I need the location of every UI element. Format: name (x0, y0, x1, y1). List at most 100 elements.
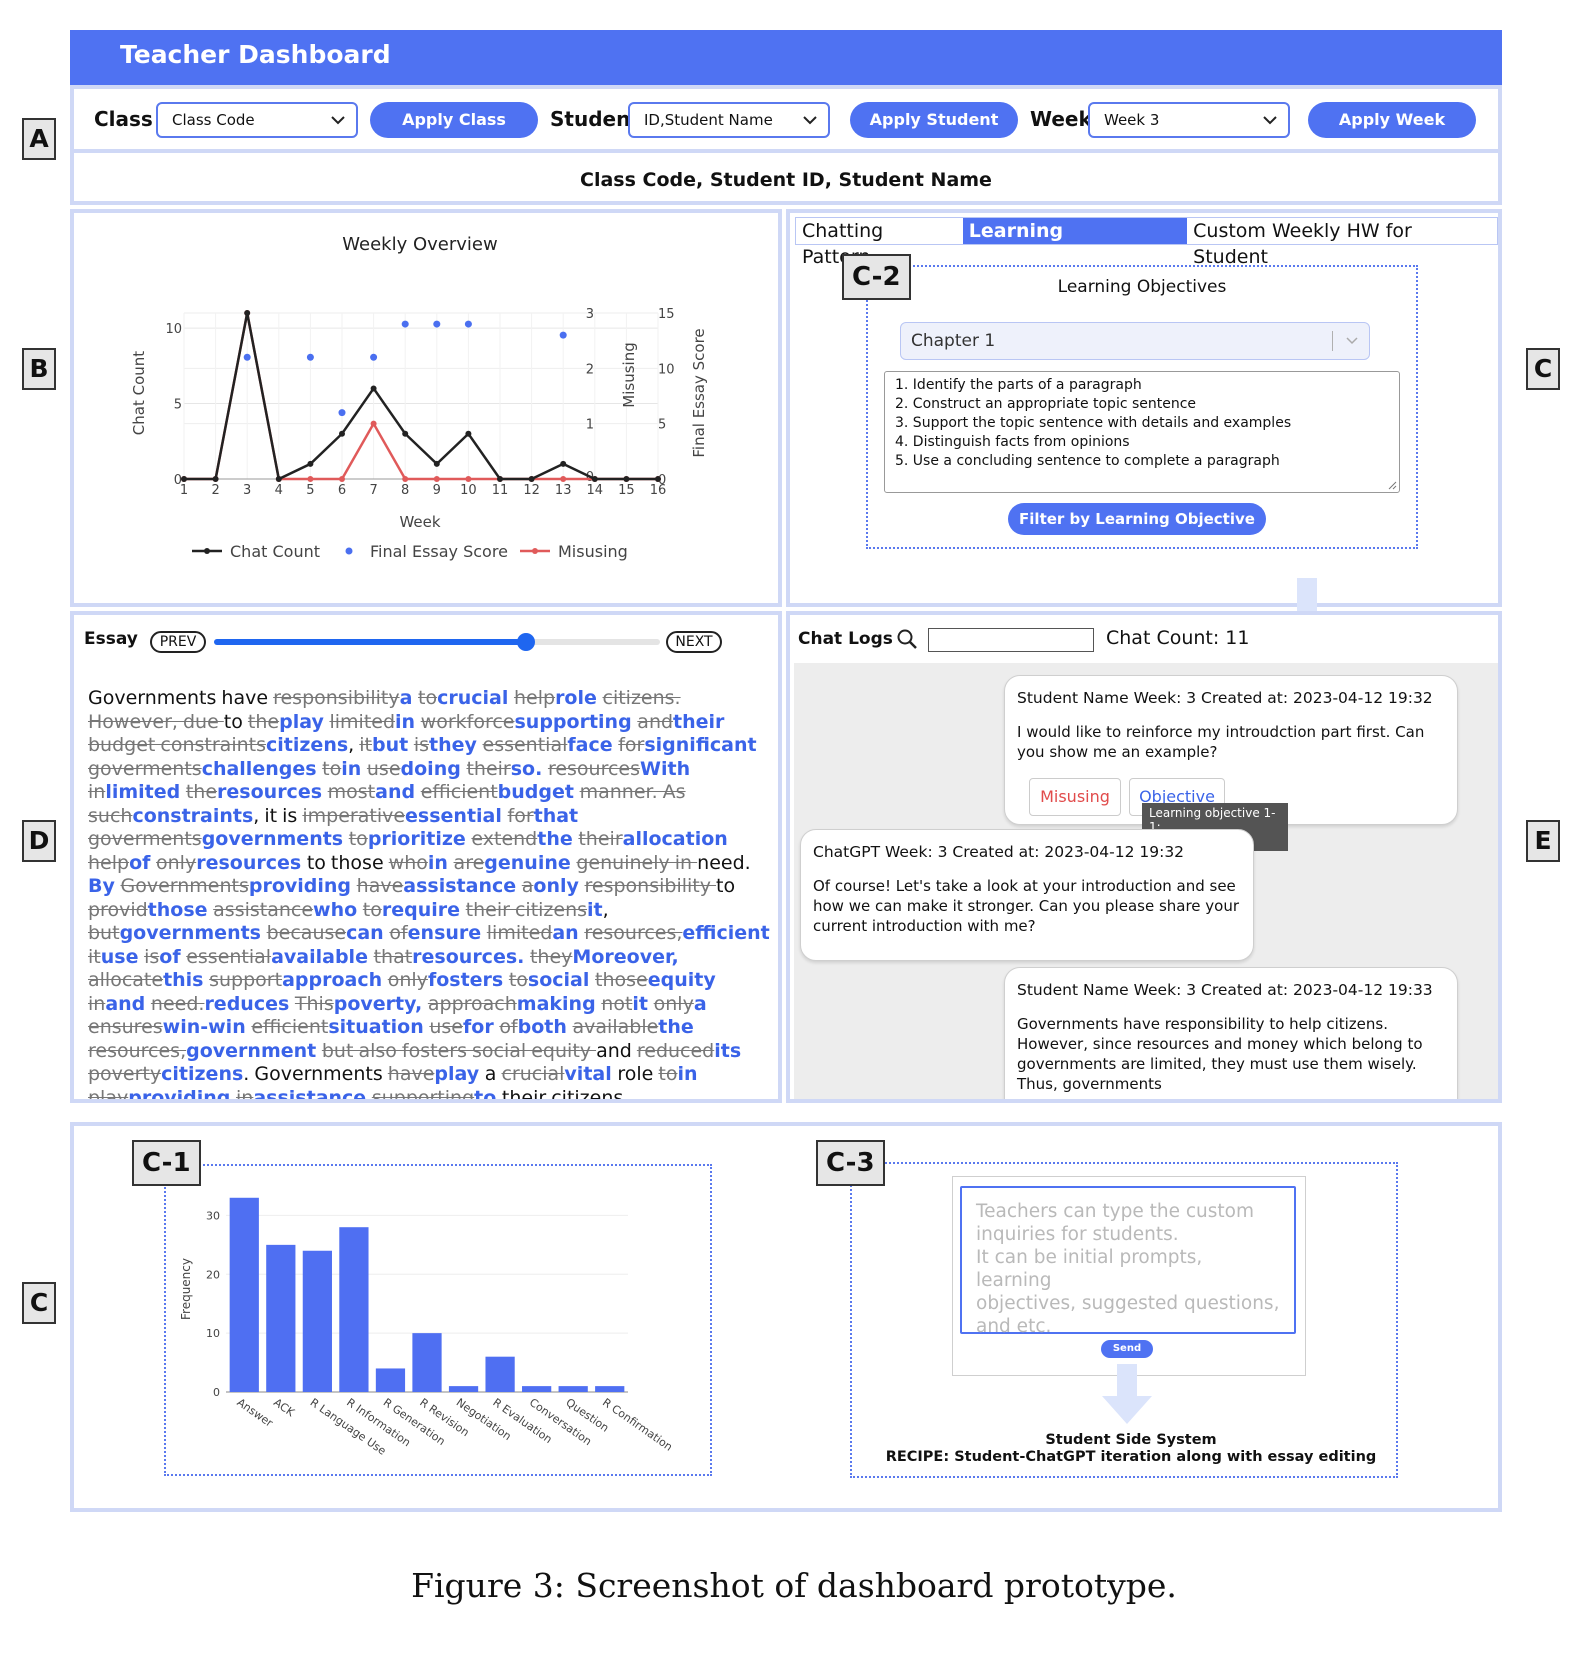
deleted-text: goverments (88, 828, 202, 850)
x-tick-label: 13 (555, 483, 572, 498)
chevron-down-icon (1346, 337, 1358, 345)
x-tick-label: 7 (369, 483, 377, 498)
deleted-text: only (653, 992, 694, 1015)
deleted-text: use (429, 1016, 463, 1038)
chat-count-point (528, 476, 535, 482)
class-select[interactable]: Class Code (156, 102, 358, 138)
essay-slider[interactable] (214, 633, 660, 651)
y2-axis-label: Misusing (620, 342, 638, 407)
dashboard-title: Teacher Dashboard (120, 40, 391, 69)
inserted-text: of (129, 851, 157, 874)
objectives-textarea[interactable]: 1. Identify the parts of a paragraph 2. … (884, 371, 1400, 493)
custom-inquiry-textarea[interactable]: Teachers can type the custom inquiries f… (960, 1186, 1296, 1337)
deleted-text: have (387, 1063, 435, 1085)
inserted-text: approach (282, 969, 388, 991)
inserted-text: only (533, 875, 585, 897)
placeholder-line: Teachers can type the custom (976, 1201, 1254, 1222)
message-text: Of course! Let's take a look at your int… (813, 877, 1240, 935)
misusing-tag-button[interactable]: Misusing (1029, 778, 1121, 816)
tab-custom-weekly-hw[interactable]: Custom Weekly HW for Student (1187, 218, 1497, 268)
deleted-text: are (453, 851, 485, 874)
x-tick-label: 10 (460, 483, 477, 498)
chat-message-list[interactable]: Student Name Week: 3 Created at: 2023-04… (794, 663, 1498, 1099)
apply-class-button[interactable]: Apply Class (370, 102, 538, 138)
slider-knob[interactable] (517, 633, 536, 651)
deleted-text: imperative (302, 804, 406, 827)
chat-count-line (184, 312, 658, 481)
deleted-text: resources, (584, 922, 683, 944)
essay-text-segment: need. (697, 851, 751, 874)
search-icon[interactable] (896, 628, 918, 650)
deleted-text: resources, (88, 1039, 187, 1062)
x-tick-label: 4 (275, 483, 283, 498)
chat-count-point (244, 310, 251, 316)
y3-tick-label: 15 (658, 307, 675, 322)
prev-button[interactable]: PREV (150, 631, 206, 653)
deleted-text: in (88, 781, 106, 803)
inserted-text: its (714, 1039, 742, 1062)
deleted-text: help (513, 687, 556, 709)
frequency-bar (266, 1244, 296, 1392)
inserted-text: citizens (161, 1063, 244, 1085)
section-tag-c: C (1526, 348, 1560, 390)
deleted-text: only (156, 851, 197, 874)
essay-text-segment: Governments have (88, 687, 274, 709)
objective-item: 2. Construct an appropriate topic senten… (895, 396, 1197, 412)
select-divider (1332, 331, 1333, 351)
essay-label: Essay (84, 629, 138, 649)
legend-score-marker (345, 547, 353, 555)
chapter-select[interactable]: Chapter 1 (900, 322, 1370, 360)
x-tick-label: Answer (235, 1396, 276, 1430)
chat-count-point (433, 460, 440, 467)
y-axis-label: Frequency (179, 1258, 193, 1320)
x-tick-label: 15 (618, 483, 635, 498)
y3-tick-label: 10 (658, 362, 675, 377)
inserted-text: citizens (266, 734, 349, 756)
inserted-text: limited (105, 781, 186, 803)
deleted-text: the (247, 710, 280, 733)
inserted-text: crucial (437, 687, 514, 709)
misusing-point (370, 420, 377, 427)
apply-student-button[interactable]: Apply Student (850, 102, 1018, 138)
inserted-text: providing (128, 1086, 237, 1103)
deleted-text: those (595, 969, 648, 991)
deleted-text: goverments (88, 757, 202, 780)
inserted-text: equity (647, 969, 716, 991)
x-tick-label: 9 (433, 483, 441, 498)
deleted-text: need. (150, 992, 205, 1015)
deleted-text: supporting (371, 1086, 475, 1103)
tab-learning-objectives[interactable]: Learning Objectives (962, 218, 1188, 268)
inserted-text: and (105, 992, 151, 1015)
tab-chatting-pattern[interactable]: Chatting Pattern (796, 218, 963, 268)
chat-search-input[interactable] (928, 628, 1094, 652)
y-tick-label: 10 (165, 322, 182, 337)
apply-week-button[interactable]: Apply Week (1308, 102, 1476, 138)
send-button[interactable]: Send (1101, 1340, 1153, 1358)
deleted-text: budget constraints (88, 734, 266, 756)
filter-by-objective-button[interactable]: Filter by Learning Objective (1008, 503, 1266, 535)
frequency-bar (595, 1386, 625, 1392)
weekly-overview-panel: Weekly Overview 0 5 10 1 2 3 0 0 5 10 15 1 2 3 4 5 6 7 8 9 10… (70, 209, 782, 607)
essay-score-point (401, 320, 409, 328)
inserted-text: With (640, 757, 691, 780)
inserted-text: resources (196, 851, 307, 874)
section-tag-c3: C-3 (816, 1140, 885, 1186)
deleted-text: to (658, 1063, 678, 1085)
next-button[interactable]: NEXT (666, 631, 722, 653)
student-select[interactable]: ID,Student Name (628, 102, 830, 138)
resize-handle-icon[interactable] (1387, 480, 1397, 490)
legend-misusing-label: Misusing (558, 542, 628, 561)
inserted-text: play (434, 1063, 485, 1085)
down-arrow-icon (1102, 1364, 1152, 1424)
week-select[interactable]: Week 3 (1088, 102, 1290, 138)
section-tag-a: A (22, 118, 56, 160)
student-message: Student Name Week: 3 Created at: 2023-04… (1004, 967, 1458, 1099)
inserted-text: poverty, (333, 992, 428, 1015)
deleted-text: limited (329, 710, 396, 733)
chat-logs-panel: Chat Logs Chat Count: 11 Student Name We… (786, 611, 1502, 1103)
chat-count-point (465, 430, 472, 437)
frequency-bar (485, 1356, 515, 1392)
misusing-line (184, 312, 658, 481)
inserted-text: play (279, 710, 330, 733)
inserted-text: genuine (484, 851, 577, 874)
